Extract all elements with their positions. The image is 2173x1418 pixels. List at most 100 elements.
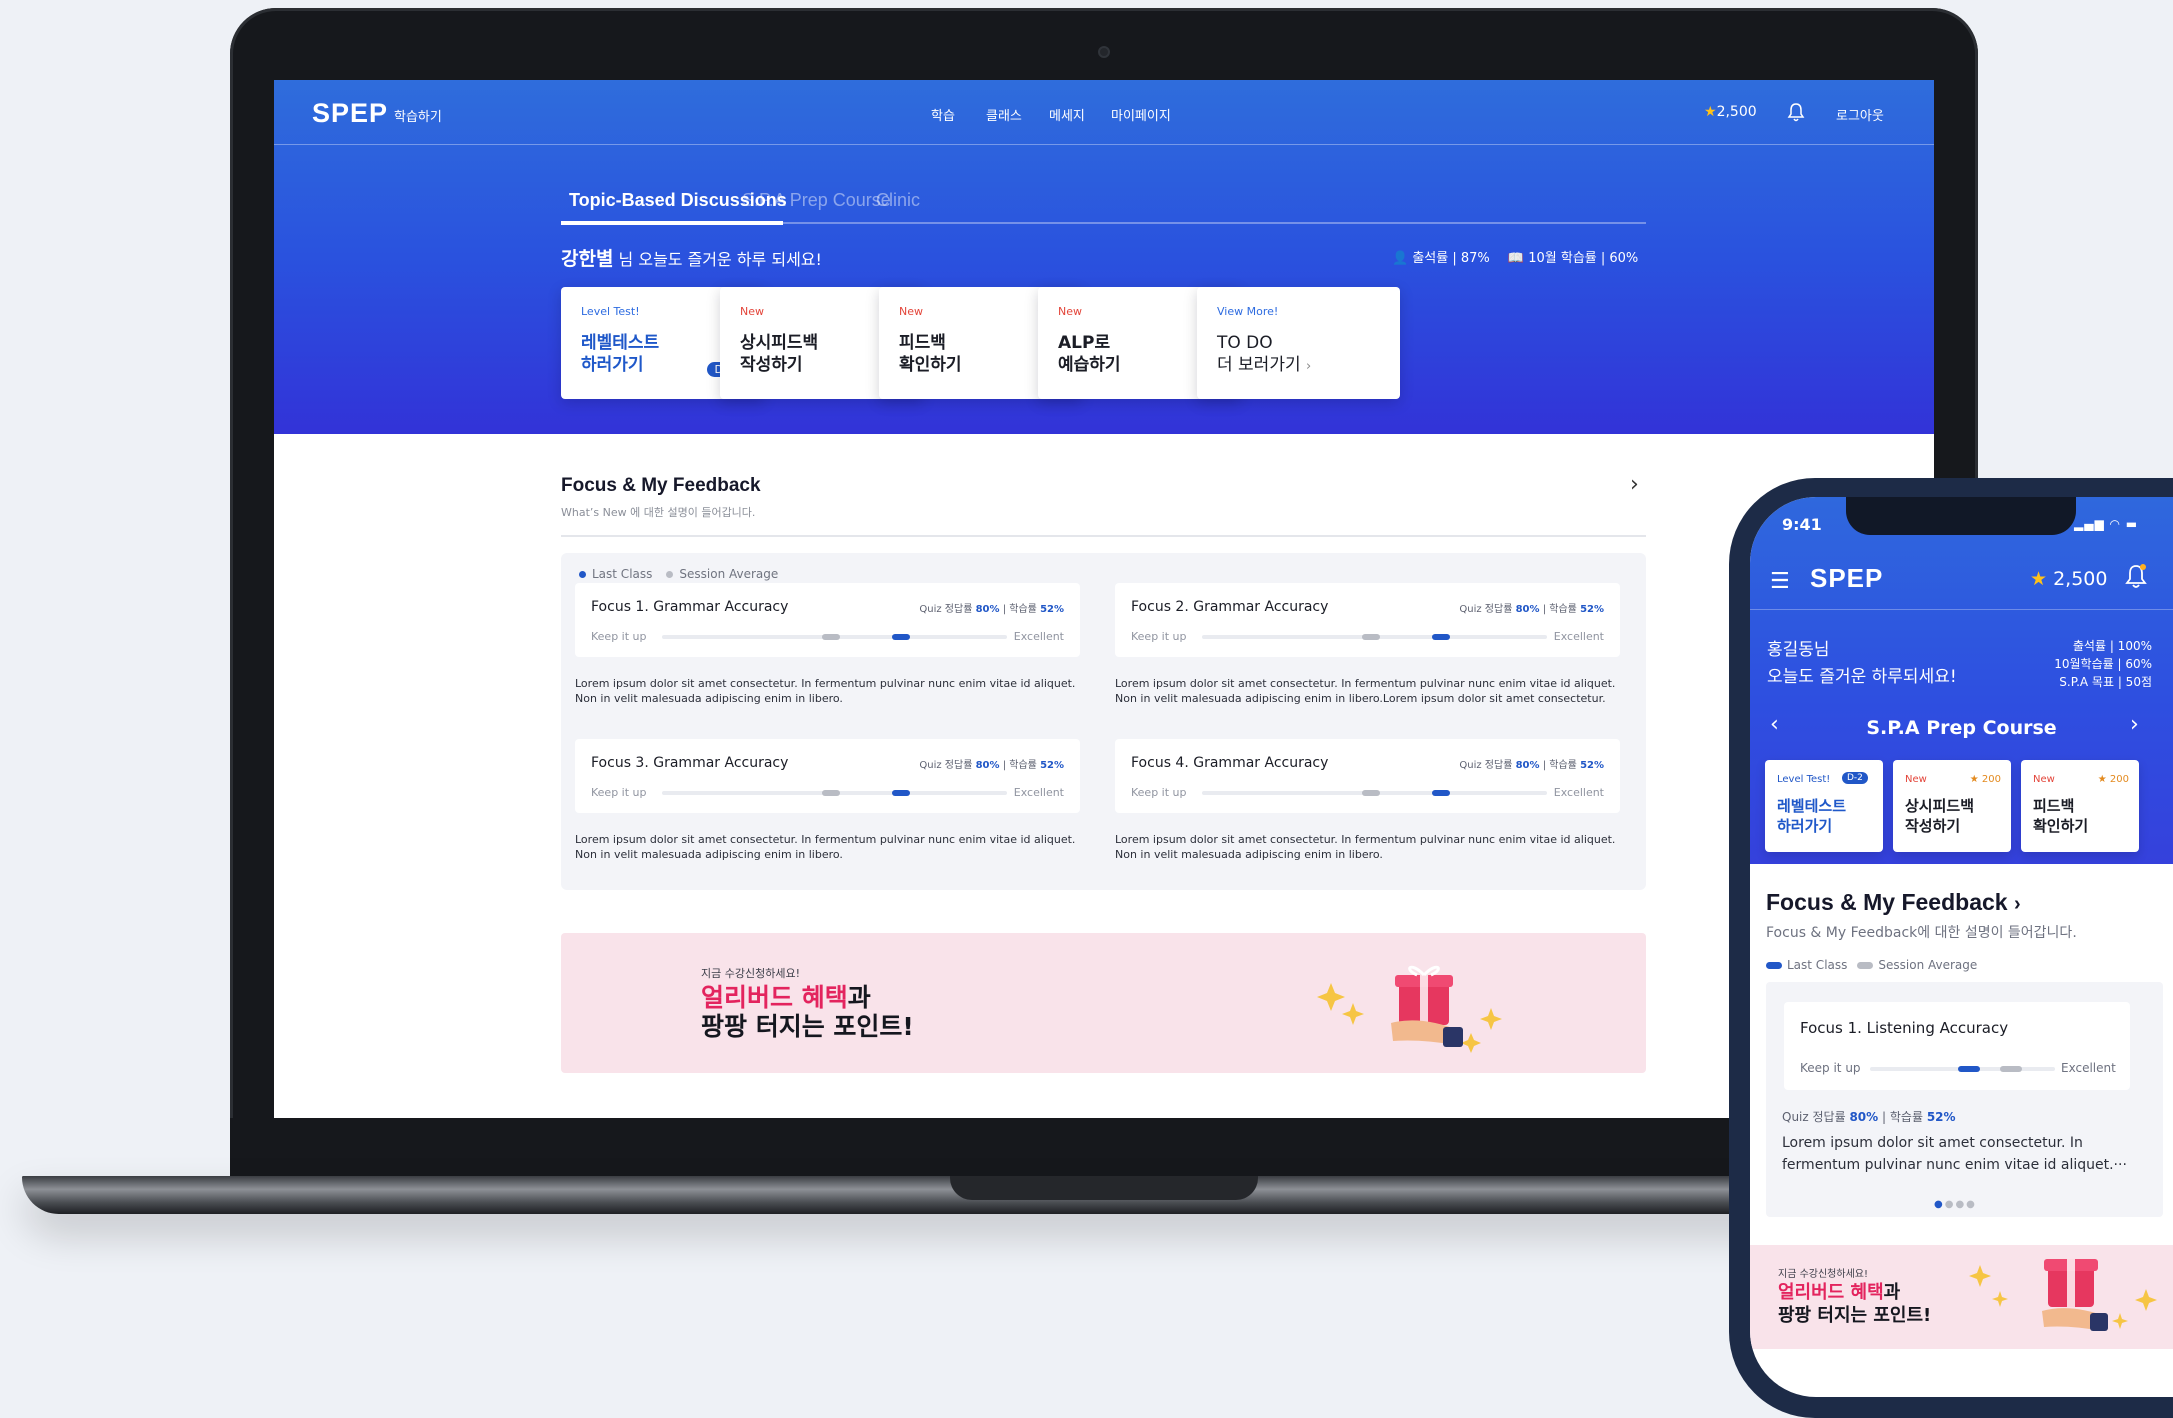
card-title-line2: 더 보러가기	[1217, 355, 1301, 375]
session-average-marker	[1362, 790, 1380, 796]
phone-notch	[1846, 497, 2076, 535]
banner-headline: 얼리버드 혜택과 팡팡 터지는 포인트!	[701, 983, 914, 1041]
card-points-value: 200	[2109, 774, 2129, 785]
mobile-greeting-line1: 홍길동님	[1767, 640, 1830, 660]
user-stats: 👤 출석률 | 87% 📖 10월 학습률 | 60%	[1392, 247, 1638, 266]
feedback-panel: Last Class Session Average Focus 1. Gramm…	[561, 553, 1646, 890]
menu-icon[interactable]: ☰	[1770, 569, 1790, 594]
nav-item-mypage[interactable]: 마이페이지	[1111, 105, 1171, 124]
keep-it-up-label: Keep it up	[1131, 630, 1187, 643]
banner-highlight: 얼리버드 혜택	[701, 983, 848, 1012]
mobile-card-level-test[interactable]: Level Test! D-2 레벨테스트 하러가기	[1765, 760, 1883, 852]
mobile-card-feedback-write[interactable]: New ★ 200 상시피드백작성하기	[1893, 760, 2011, 852]
rate-label: 학습률	[1889, 1110, 1923, 1124]
person-icon: 👤	[1392, 251, 1409, 266]
mobile-greeting-line2: 오늘도 즐거운 하루되세요!	[1767, 667, 1957, 687]
mobile-promo-banner[interactable]: 지금 수강신청하세요! 얼리버드 혜택과 팡팡 터지는 포인트!	[1750, 1245, 2173, 1349]
mobile-card-feedback-check[interactable]: New ★ 200 피드백 확인하기	[2021, 760, 2139, 852]
logout-link[interactable]: 로그아웃	[1836, 105, 1884, 124]
tab-clinic[interactable]: Clinic	[876, 190, 920, 211]
promo-banner[interactable]: 지금 수강신청하세요! 얼리버드 혜택과 팡팡 터지는 포인트!	[561, 933, 1646, 1073]
legend: Last Class Session Average	[579, 567, 778, 581]
logo[interactable]: SPEP	[312, 98, 388, 129]
keep-it-up-label: Keep it up	[1800, 1061, 1861, 1075]
keep-it-up-label: Keep it up	[1131, 786, 1187, 799]
quiz-label: Quiz 정답률	[1459, 604, 1513, 615]
banner-headline-suffix: 과	[847, 983, 871, 1012]
section-divider	[561, 535, 1646, 537]
feedback-meta: Quiz 정답률 80% | 학습률 52%	[919, 604, 1064, 615]
legend-last-class: Last Class	[592, 567, 653, 581]
star-icon: ★	[1969, 774, 1979, 785]
card-tag: New	[740, 305, 764, 318]
mobile-stats: 출석률 | 100% 10월학습률 | 60% S.P.A 목표 | 50점	[2020, 637, 2152, 691]
feedback-title: Focus 4. Grammar Accuracy	[1131, 755, 1329, 771]
legend-session-average: Session Average	[679, 567, 779, 581]
mobile-points-value: 2,500	[2053, 568, 2108, 590]
card-points: ★ 200	[2098, 774, 2129, 785]
banner-headline-suffix: 과	[1883, 1282, 1901, 1303]
card-title-line2: 작성하기	[1905, 817, 1961, 835]
mobile-section-title[interactable]: Focus & My Feedback ›	[1766, 889, 2021, 916]
feedback-title: Focus 1. Listening Accuracy	[1800, 1019, 2009, 1037]
card-todo[interactable]: View More! TO DO 더 보러가기 ›	[1197, 287, 1400, 399]
rate-value: 52%	[1926, 1110, 1956, 1124]
feedback-card[interactable]: Focus 3. Grammar Accuracy Quiz 정답률 80% |…	[575, 739, 1080, 813]
carousel-dots[interactable]: ●●●●	[1934, 1199, 1977, 1210]
feedback-card[interactable]: Focus 4. Grammar Accuracy Quiz 정답률 80% |…	[1115, 739, 1620, 813]
nav-item-class[interactable]: 클래스	[986, 105, 1022, 124]
chevron-right-icon[interactable]: ›	[1630, 472, 1639, 497]
mobile-course-title: S.P.A Prep Course	[1866, 717, 2057, 739]
card-points-value: 200	[1981, 774, 2001, 785]
tab-spa-prep[interactable]: S.P.A Prep Course	[742, 190, 891, 211]
quiz-value: 80%	[975, 760, 1000, 771]
last-class-marker	[1432, 634, 1450, 640]
feedback-meta: Quiz 정답률 80% | 학습률 52%	[1459, 604, 1604, 615]
chevron-right-icon[interactable]: ›	[2130, 712, 2139, 737]
progress-track	[1202, 790, 1547, 796]
feedback-card[interactable]: Focus 2. Grammar Accuracy Quiz 정답률 80% |…	[1115, 583, 1620, 657]
card-title-line1: 피드백	[2033, 797, 2075, 815]
mobile-section-title-text: Focus & My Feedback	[1766, 889, 2008, 915]
deadline-badge: D-2	[1842, 772, 1868, 784]
progress-track	[662, 790, 1007, 796]
card-tag: Level Test!	[1777, 774, 1831, 785]
excellent-label: Excellent	[1553, 630, 1604, 643]
rate-value: 52%	[1580, 604, 1604, 615]
excellent-label: Excellent	[1553, 786, 1604, 799]
feedback-card[interactable]: Focus 1. Grammar Accuracy Quiz 정답률 80% |…	[575, 583, 1080, 657]
mobile-logo[interactable]: SPEP	[1810, 563, 1883, 594]
gift-illustration-icon	[1969, 1259, 2157, 1331]
card-title-line2: 하러가기	[1777, 817, 1833, 835]
feedback-description: Lorem ipsum dolor sit amet consectetur. …	[1115, 833, 1616, 861]
mobile-feedback-panel: Focus 1. Listening Accuracy Keep it up E…	[1766, 982, 2163, 1217]
nav-item-study[interactable]: 학습	[931, 105, 955, 124]
nav-item-message[interactable]: 메세지	[1049, 105, 1085, 124]
bell-icon[interactable]	[2125, 563, 2147, 589]
rate-value: 52%	[1580, 760, 1604, 771]
quiz-value: 80%	[1515, 604, 1540, 615]
mobile-screen: 9:41 ▂▄▆ ◠ ▬ ☰ SPEP ★ 2,500 홍길동님 오늘도 즐거운 …	[1750, 497, 2173, 1397]
rate-label: 학습률	[1009, 604, 1037, 615]
session-average-dot	[666, 571, 674, 578]
rate-label: 학습률	[1549, 604, 1577, 615]
star-icon: ★	[2097, 774, 2107, 785]
keep-it-up-label: Keep it up	[591, 630, 647, 643]
mobile-feedback-card[interactable]: Focus 1. Listening Accuracy Keep it up E…	[1784, 1002, 2130, 1090]
session-average-marker	[1362, 634, 1380, 640]
bell-icon[interactable]	[1787, 102, 1805, 122]
last-class-marker	[892, 790, 910, 796]
chevron-right-icon: ›	[1306, 359, 1312, 374]
rate-label: 학습률	[1009, 760, 1037, 771]
card-tag: New	[1905, 774, 1927, 785]
card-title-line2: 확인하기	[2033, 817, 2089, 835]
card-title-line1: 상시피드백	[1905, 797, 1975, 815]
banner-headline-line2: 팡팡 터지는 포인트!	[701, 1012, 914, 1041]
card-title: 상시피드백작성하기	[1905, 796, 1974, 836]
book-icon: 📖	[1507, 251, 1525, 266]
attendance-stat: 출석률 | 87%	[1412, 251, 1490, 266]
laptop-chin	[230, 1118, 1978, 1180]
feedback-title: Focus 1. Grammar Accuracy	[591, 599, 789, 615]
banner-caption: 지금 수강신청하세요!	[701, 967, 800, 980]
card-tag: New	[899, 305, 923, 318]
